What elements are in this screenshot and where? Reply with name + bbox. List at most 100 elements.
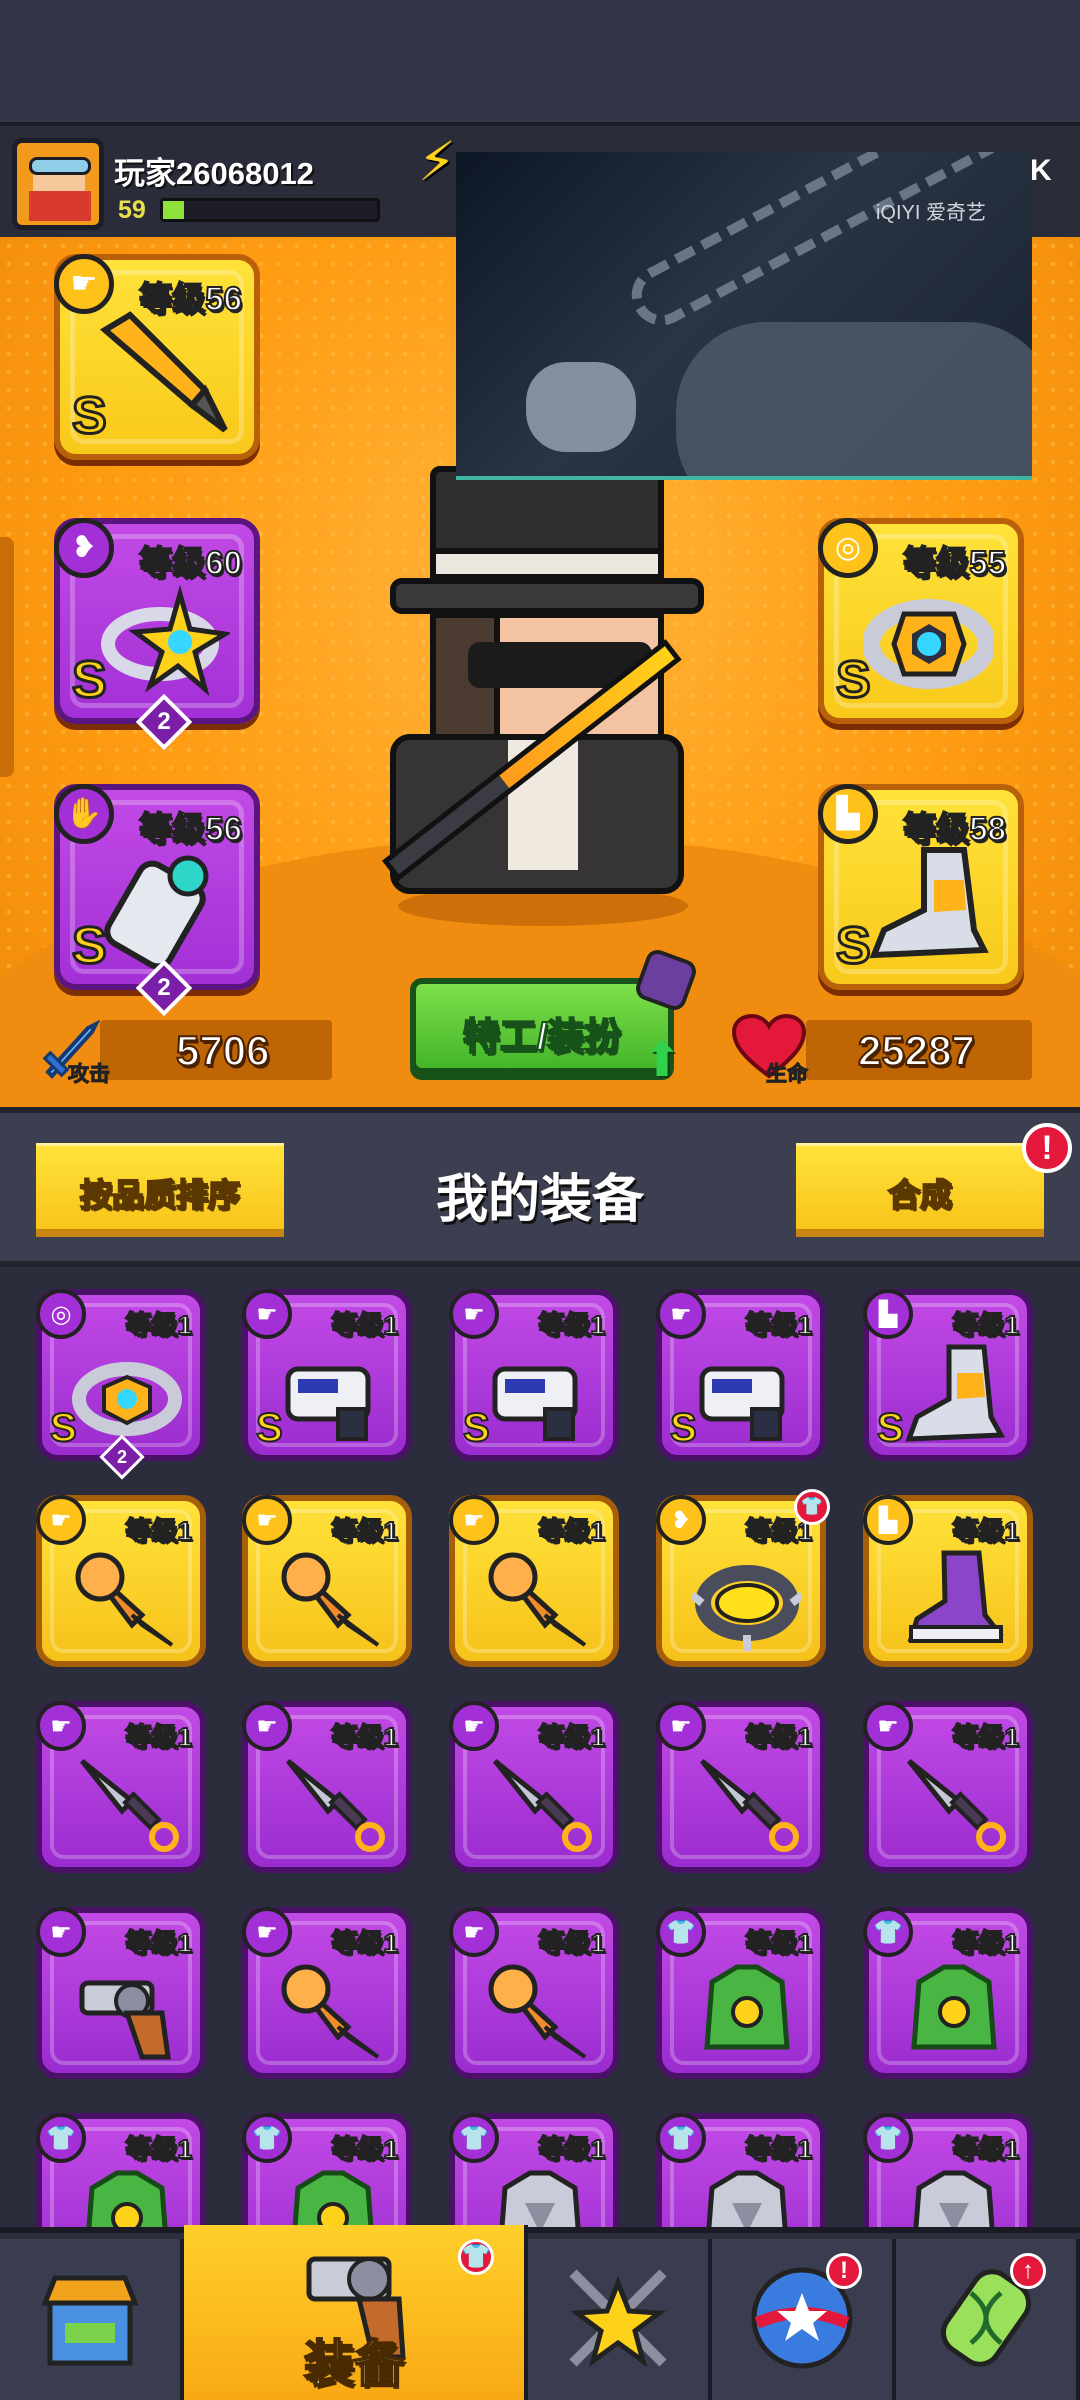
inventory-item[interactable]: ❥ 等级1 👕: [656, 1489, 830, 1667]
inventory-item[interactable]: ☛ 等级1: [863, 1701, 1033, 1873]
shirt-icon: 👕: [449, 2113, 499, 2163]
gem-belt-icon: [72, 1362, 182, 1436]
hp-value: 25287: [857, 1026, 976, 1075]
nav-tab-battle[interactable]: [528, 2239, 712, 2400]
inventory-item[interactable]: ☛ 等级1: [242, 1907, 412, 2079]
kunai-icon: [286, 1759, 385, 1852]
necklace-icon: ❥: [54, 518, 114, 578]
steel-armor-icon: [706, 2170, 788, 2227]
inventory-header: 按品质排序 我的装备 合成 !: [0, 1107, 1080, 1267]
item-level: 等级1: [952, 2133, 1020, 2165]
inventory-item[interactable]: ☛ 等级1: [449, 1907, 619, 2079]
inventory-item[interactable]: 👕 等级1: [656, 2113, 826, 2227]
shirt-alert-icon: 👕: [458, 2239, 494, 2275]
boot-icon: ▙: [863, 1495, 913, 1545]
crossed-swords-star-icon: [569, 2269, 667, 2368]
item-level: 等级1: [538, 1721, 606, 1753]
inventory-item[interactable]: ☛ 等级1: [242, 1495, 412, 1667]
game-screen: 玩家26068012 59 K ⚡ ☛ 等级56 S ❥ 等级60 S 2 ✋ …: [0, 0, 1080, 2400]
inventory-item[interactable]: 👕 等级1: [863, 1907, 1033, 2079]
steel-armor-icon: [499, 2170, 581, 2227]
agent-outfit-button[interactable]: 特工/装扮 ⬆: [410, 946, 700, 1086]
equip-slot-weapon[interactable]: ☛ 等级56 S: [54, 254, 260, 460]
pistol-icon: ☛: [449, 1495, 499, 1545]
player-avatar[interactable]: [12, 138, 104, 230]
inventory-item[interactable]: 👕 等级1: [36, 2113, 206, 2227]
nav-tab-label: 装备: [303, 2335, 405, 2393]
shop-icon: [41, 2275, 139, 2366]
xp-bar: [160, 198, 380, 222]
figure: [676, 322, 1032, 476]
chain: [621, 152, 1032, 336]
equip-slot-glove[interactable]: ✋ 等级56 S 2: [54, 784, 260, 1017]
drill-icon: [488, 1964, 587, 2059]
nav-tab-shop[interactable]: [0, 2239, 184, 2400]
nav-tab-equipment[interactable]: 装备 👕: [184, 2225, 528, 2400]
merge-alert-badge: !: [1022, 1123, 1072, 1173]
inventory-item[interactable]: ▙ 等级1 S: [863, 1289, 1033, 1461]
item-level: 等级1: [745, 1927, 813, 1959]
slot-grade: S: [835, 916, 873, 977]
inventory-item[interactable]: ☛ 等级1: [449, 1495, 619, 1667]
video-watermark: iQIYI 爱奇艺: [875, 202, 986, 224]
shirt-icon: 👕: [242, 2113, 292, 2163]
inventory-item[interactable]: ☛ 等级1: [36, 1907, 206, 2079]
pistol-icon: ☛: [656, 1701, 706, 1751]
status-area: [0, 0, 1080, 122]
pistol-icon: ☛: [242, 1907, 292, 1957]
item-level: 等级1: [745, 1721, 813, 1753]
drill-icon: [281, 1552, 380, 1647]
inventory-item[interactable]: ☛ 等级1: [656, 1701, 826, 1873]
merge-button[interactable]: 合成: [796, 1143, 1044, 1237]
slot-grade: S: [835, 650, 873, 711]
inventory-item[interactable]: ▙ 等级1: [863, 1495, 1033, 1667]
item-grade: S: [255, 1405, 284, 1451]
inventory-item[interactable]: 👕 等级1: [242, 2113, 412, 2227]
inventory-item[interactable]: ☛ 等级1: [36, 1701, 206, 1873]
pistol-icon: ☛: [36, 1701, 86, 1751]
inventory-item[interactable]: ☛ 等级1: [36, 1495, 206, 1667]
video-ad-overlay[interactable]: iQIYI 爱奇艺: [456, 152, 1032, 480]
inventory-item[interactable]: ☛ 等级1 S: [242, 1289, 412, 1461]
kunai-icon: [80, 1759, 179, 1852]
nav-tab-gacha[interactable]: !: [712, 2239, 896, 2400]
avatar-mask: [29, 191, 91, 221]
pistol-icon: ☛: [54, 254, 114, 314]
hat-band: [430, 548, 664, 580]
nav-tab-lab[interactable]: ↑: [896, 2239, 1080, 2400]
leaf-armor-icon: [911, 1964, 997, 2050]
pistol-icon: ☛: [656, 1289, 706, 1339]
drill-icon: [75, 1552, 174, 1647]
inventory-item[interactable]: ☛ 等级1 S: [449, 1289, 619, 1461]
item-level: 等级1: [745, 1309, 813, 1341]
drill-icon: [281, 1964, 380, 2059]
side-drawer-handle[interactable]: [0, 537, 14, 777]
attack-value: 5706: [175, 1026, 270, 1075]
pistol-icon: ☛: [449, 1907, 499, 1957]
equip-slot-belt[interactable]: ◎ 等级55 S: [818, 518, 1024, 724]
inventory-item[interactable]: 👕 等级1: [656, 1907, 826, 2079]
equip-slot-necklace[interactable]: ❥ 等级60 S 2: [54, 518, 260, 751]
gem-belt-icon: [864, 599, 994, 689]
item-level: 等级1: [331, 1515, 399, 1547]
item-level: 等级1: [125, 1927, 193, 1959]
inventory-item[interactable]: 👕 等级1: [449, 2113, 619, 2227]
inventory-item[interactable]: ☛ 等级1: [449, 1701, 619, 1873]
item-level: 等级1: [952, 1309, 1020, 1341]
blaster-icon: [492, 1366, 578, 1441]
item-level: 等级1: [538, 1309, 606, 1341]
agent-outfit-label: 特工/装扮: [462, 1015, 622, 1058]
pistol-icon: ☛: [449, 1701, 499, 1751]
currency-value: K: [1030, 154, 1052, 187]
inventory-item[interactable]: ☛ 等级1 S: [656, 1289, 826, 1461]
equip-slot-boots[interactable]: ▙ 等级58 S: [818, 784, 1024, 990]
inventory-item[interactable]: 👕 等级1: [863, 2113, 1033, 2227]
kunai-icon: [700, 1759, 799, 1852]
agent-character[interactable]: [368, 466, 718, 926]
fist: [526, 362, 636, 452]
pistol-icon: ☛: [36, 1907, 86, 1957]
kunai-icon: [907, 1759, 1006, 1852]
inventory-item[interactable]: ☛ 等级1: [242, 1701, 412, 1873]
item-level: 等级1: [952, 1927, 1020, 1959]
inventory-item[interactable]: ◎ 等级1 S 2: [36, 1289, 206, 1480]
